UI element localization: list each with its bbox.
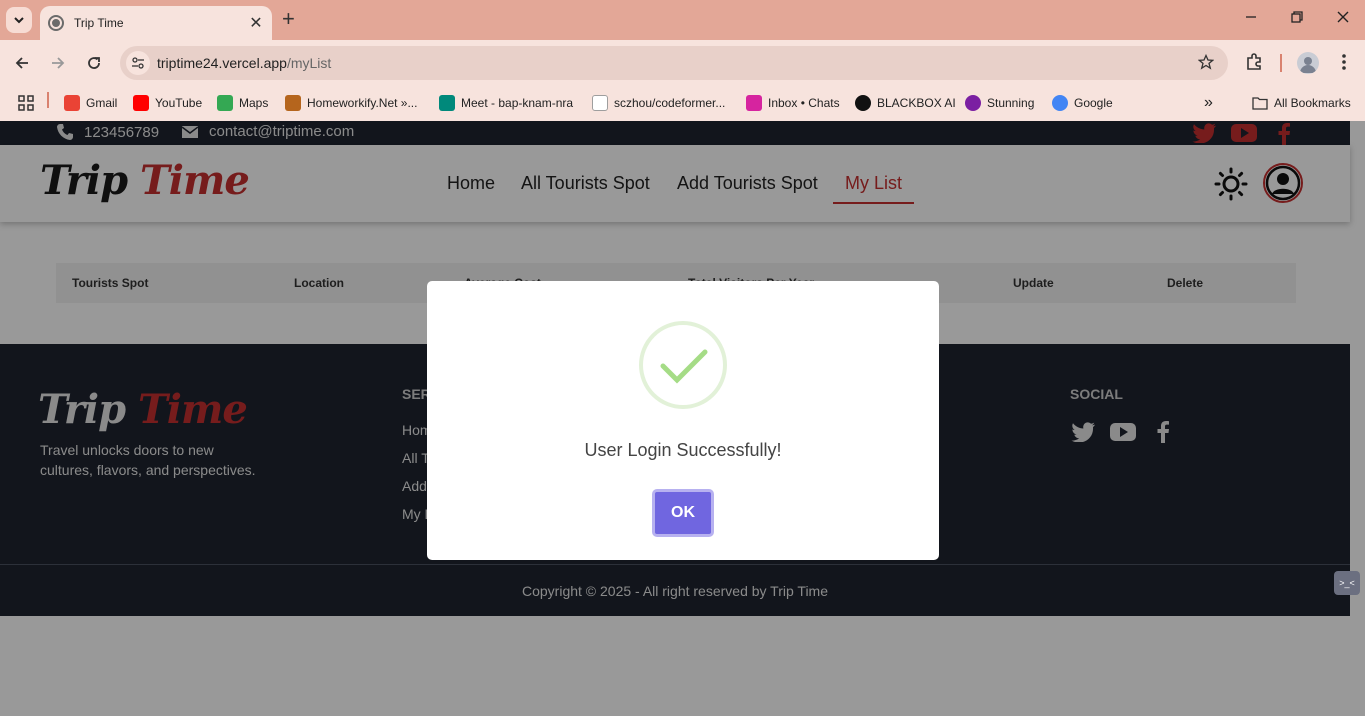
blackbox-icon [855, 95, 871, 111]
success-dialog: User Login Successfully! OK [427, 281, 939, 560]
bookmark-label: Homeworkify.Net »... [307, 96, 418, 110]
bookmark-label: Inbox • Chats [768, 96, 840, 110]
dialog-message: User Login Successfully! [584, 440, 782, 460]
bookmark-homeworkify[interactable]: Homeworkify.Net »... [285, 93, 417, 113]
globe-icon [48, 15, 64, 31]
bookmark-gmail[interactable]: Gmail [64, 93, 117, 113]
bookmark-maps[interactable]: Maps [217, 93, 268, 113]
bookmark-label: Gmail [86, 96, 118, 110]
ok-button[interactable]: OK [652, 489, 714, 537]
profile-avatar[interactable] [1297, 52, 1319, 74]
bookmark-label: sczhou/codeformer... [614, 96, 726, 110]
site-info-icon[interactable] [126, 51, 150, 75]
bookmarks-bar: Gmail YouTube Maps Homeworkify.Net »... … [0, 86, 1365, 121]
forward-button[interactable] [47, 52, 69, 74]
bookmark-label: Stunning [987, 96, 1035, 110]
bookmark-meet[interactable]: Meet - bap-knam-nra [439, 93, 573, 113]
youtube-icon [133, 95, 149, 111]
reload-button[interactable] [83, 52, 105, 74]
bookmark-label: Meet - bap-knam-nra [461, 96, 574, 110]
google-icon [1052, 95, 1068, 111]
bookmark-star-icon[interactable] [1197, 53, 1215, 75]
close-window-icon[interactable] [1336, 10, 1350, 29]
tab-title: Trip Time [74, 16, 124, 30]
new-tab-button[interactable]: + [282, 8, 295, 30]
extensions-icon[interactable] [1244, 52, 1264, 77]
close-tab-icon[interactable]: ✕ [248, 13, 264, 33]
meet-icon [439, 95, 455, 111]
more-bookmarks-chevron-icon[interactable]: » [1204, 93, 1213, 113]
back-button[interactable] [11, 52, 33, 74]
tab-search-button[interactable] [6, 7, 32, 33]
reload-icon [88, 57, 100, 69]
gmail-icon [64, 95, 80, 111]
books-icon [285, 95, 301, 111]
chevron-down-icon [14, 17, 24, 24]
bookmark-codeformer[interactable]: sczhou/codeformer... [592, 93, 725, 113]
address-bar[interactable]: triptime24.vercel.app/myList [120, 46, 1228, 80]
bookmark-blackbox[interactable]: BLACKBOX AI [855, 93, 956, 113]
bookmark-stunning[interactable]: Stunning [965, 93, 1034, 113]
stunning-icon [965, 95, 981, 111]
bookmark-label: BLACKBOX AI [877, 96, 956, 110]
folder-icon [1252, 97, 1268, 110]
bookmark-label: YouTube [155, 96, 203, 110]
bookmark-label: Google [1074, 96, 1113, 110]
all-bookmarks-label: All Bookmarks [1274, 96, 1351, 110]
maps-icon [217, 95, 233, 111]
arrow-right-icon [52, 57, 65, 69]
menu-kebab-icon[interactable] [1336, 52, 1352, 77]
apps-grid-icon[interactable] [18, 93, 34, 113]
instagram-icon [746, 95, 762, 111]
bookmark-google[interactable]: Google [1052, 93, 1113, 113]
arrow-left-icon [15, 57, 28, 69]
floating-widget-icon[interactable]: >_< [1334, 571, 1360, 595]
all-bookmarks-button[interactable]: All Bookmarks [1252, 93, 1351, 113]
bookmark-label: Maps [239, 96, 269, 110]
browser-toolbar: triptime24.vercel.app/myList [0, 40, 1365, 86]
url-text: triptime24.vercel.app/myList [157, 55, 331, 71]
minimize-icon[interactable] [1244, 10, 1258, 29]
url-path: /myList [286, 55, 332, 71]
bookmark-instagram[interactable]: Inbox • Chats [746, 93, 840, 113]
doc-icon [592, 95, 608, 111]
bookmarks-separator [47, 92, 49, 108]
browser-tab-bar: Trip Time ✕ + [0, 0, 1365, 40]
toolbar-separator [1280, 54, 1282, 72]
bookmark-youtube[interactable]: YouTube [133, 93, 202, 113]
browser-tab[interactable]: Trip Time ✕ [40, 6, 272, 40]
restore-icon[interactable] [1290, 10, 1304, 29]
url-host: triptime24.vercel.app [157, 55, 287, 71]
success-check-icon [639, 321, 727, 409]
